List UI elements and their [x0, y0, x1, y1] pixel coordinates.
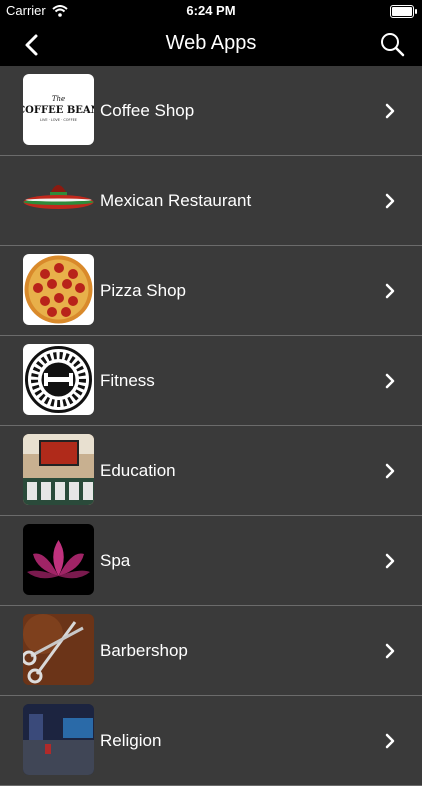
list-item-label: Spa: [100, 551, 131, 570]
search-button[interactable]: [378, 30, 406, 58]
list-item-spa[interactable]: Spa: [0, 516, 422, 606]
chevron-right-icon: [385, 733, 395, 749]
scissors-image: [23, 614, 94, 685]
list-item-education[interactable]: Education: [0, 426, 422, 516]
list-item-pizza-shop[interactable]: Pizza Shop: [0, 246, 422, 336]
chevron-right-icon: [385, 553, 395, 569]
pizza-image: [23, 254, 94, 325]
chevron-right-icon: [385, 103, 395, 119]
status-time: 6:24 PM: [186, 3, 236, 18]
classroom-image: [23, 434, 94, 505]
list-item-mexican-restaurant[interactable]: Mexican Restaurant: [0, 156, 422, 246]
church-stage-image: [23, 704, 94, 775]
svg-text:LIVE · LOVE · COFFEE: LIVE · LOVE · COFFEE: [40, 118, 77, 122]
chevron-right-icon: [385, 643, 395, 659]
fitness-logo: [23, 344, 94, 415]
chevron-right-icon: [385, 373, 395, 389]
list-item-label: Fitness: [100, 371, 155, 390]
battery-icon: [390, 5, 417, 18]
page-title: Web Apps: [165, 32, 257, 54]
coffee-bean-logo: The COFFEE BEAN LIVE · LOVE · COFFEE: [23, 74, 94, 145]
svg-text:COFFEE BEAN: COFFEE BEAN: [23, 105, 94, 116]
list-item-label: Barbershop: [100, 641, 188, 660]
list-item-barbershop[interactable]: Barbershop: [0, 606, 422, 696]
list-item-religion[interactable]: Religion: [0, 696, 422, 786]
svg-text:The: The: [52, 95, 65, 103]
sombrero-image: [23, 164, 94, 235]
status-bar: Carrier 6:24 PM: [0, 0, 422, 22]
list-item-label: Mexican Restaurant: [100, 191, 252, 210]
list-item-label: Religion: [100, 731, 162, 750]
nav-bar: Web Apps: [0, 22, 422, 66]
list-item-fitness[interactable]: Fitness: [0, 336, 422, 426]
list-item-label: Pizza Shop: [100, 281, 186, 300]
chevron-right-icon: [385, 193, 395, 209]
coffee-logo-art: The COFFEE BEAN LIVE · LOVE · COFFEE: [23, 95, 94, 122]
list-item-coffee-shop[interactable]: The COFFEE BEAN LIVE · LOVE · COFFEE Cof…: [0, 66, 422, 156]
web-apps-list: The COFFEE BEAN LIVE · LOVE · COFFEE Cof…: [0, 66, 422, 786]
list-item-label: Coffee Shop: [100, 101, 195, 120]
list-item-label: Education: [100, 461, 176, 480]
chevron-right-icon: [385, 463, 395, 479]
lotus-image: [23, 524, 94, 595]
battery-fill: [392, 7, 412, 16]
chevron-right-icon: [385, 283, 395, 299]
